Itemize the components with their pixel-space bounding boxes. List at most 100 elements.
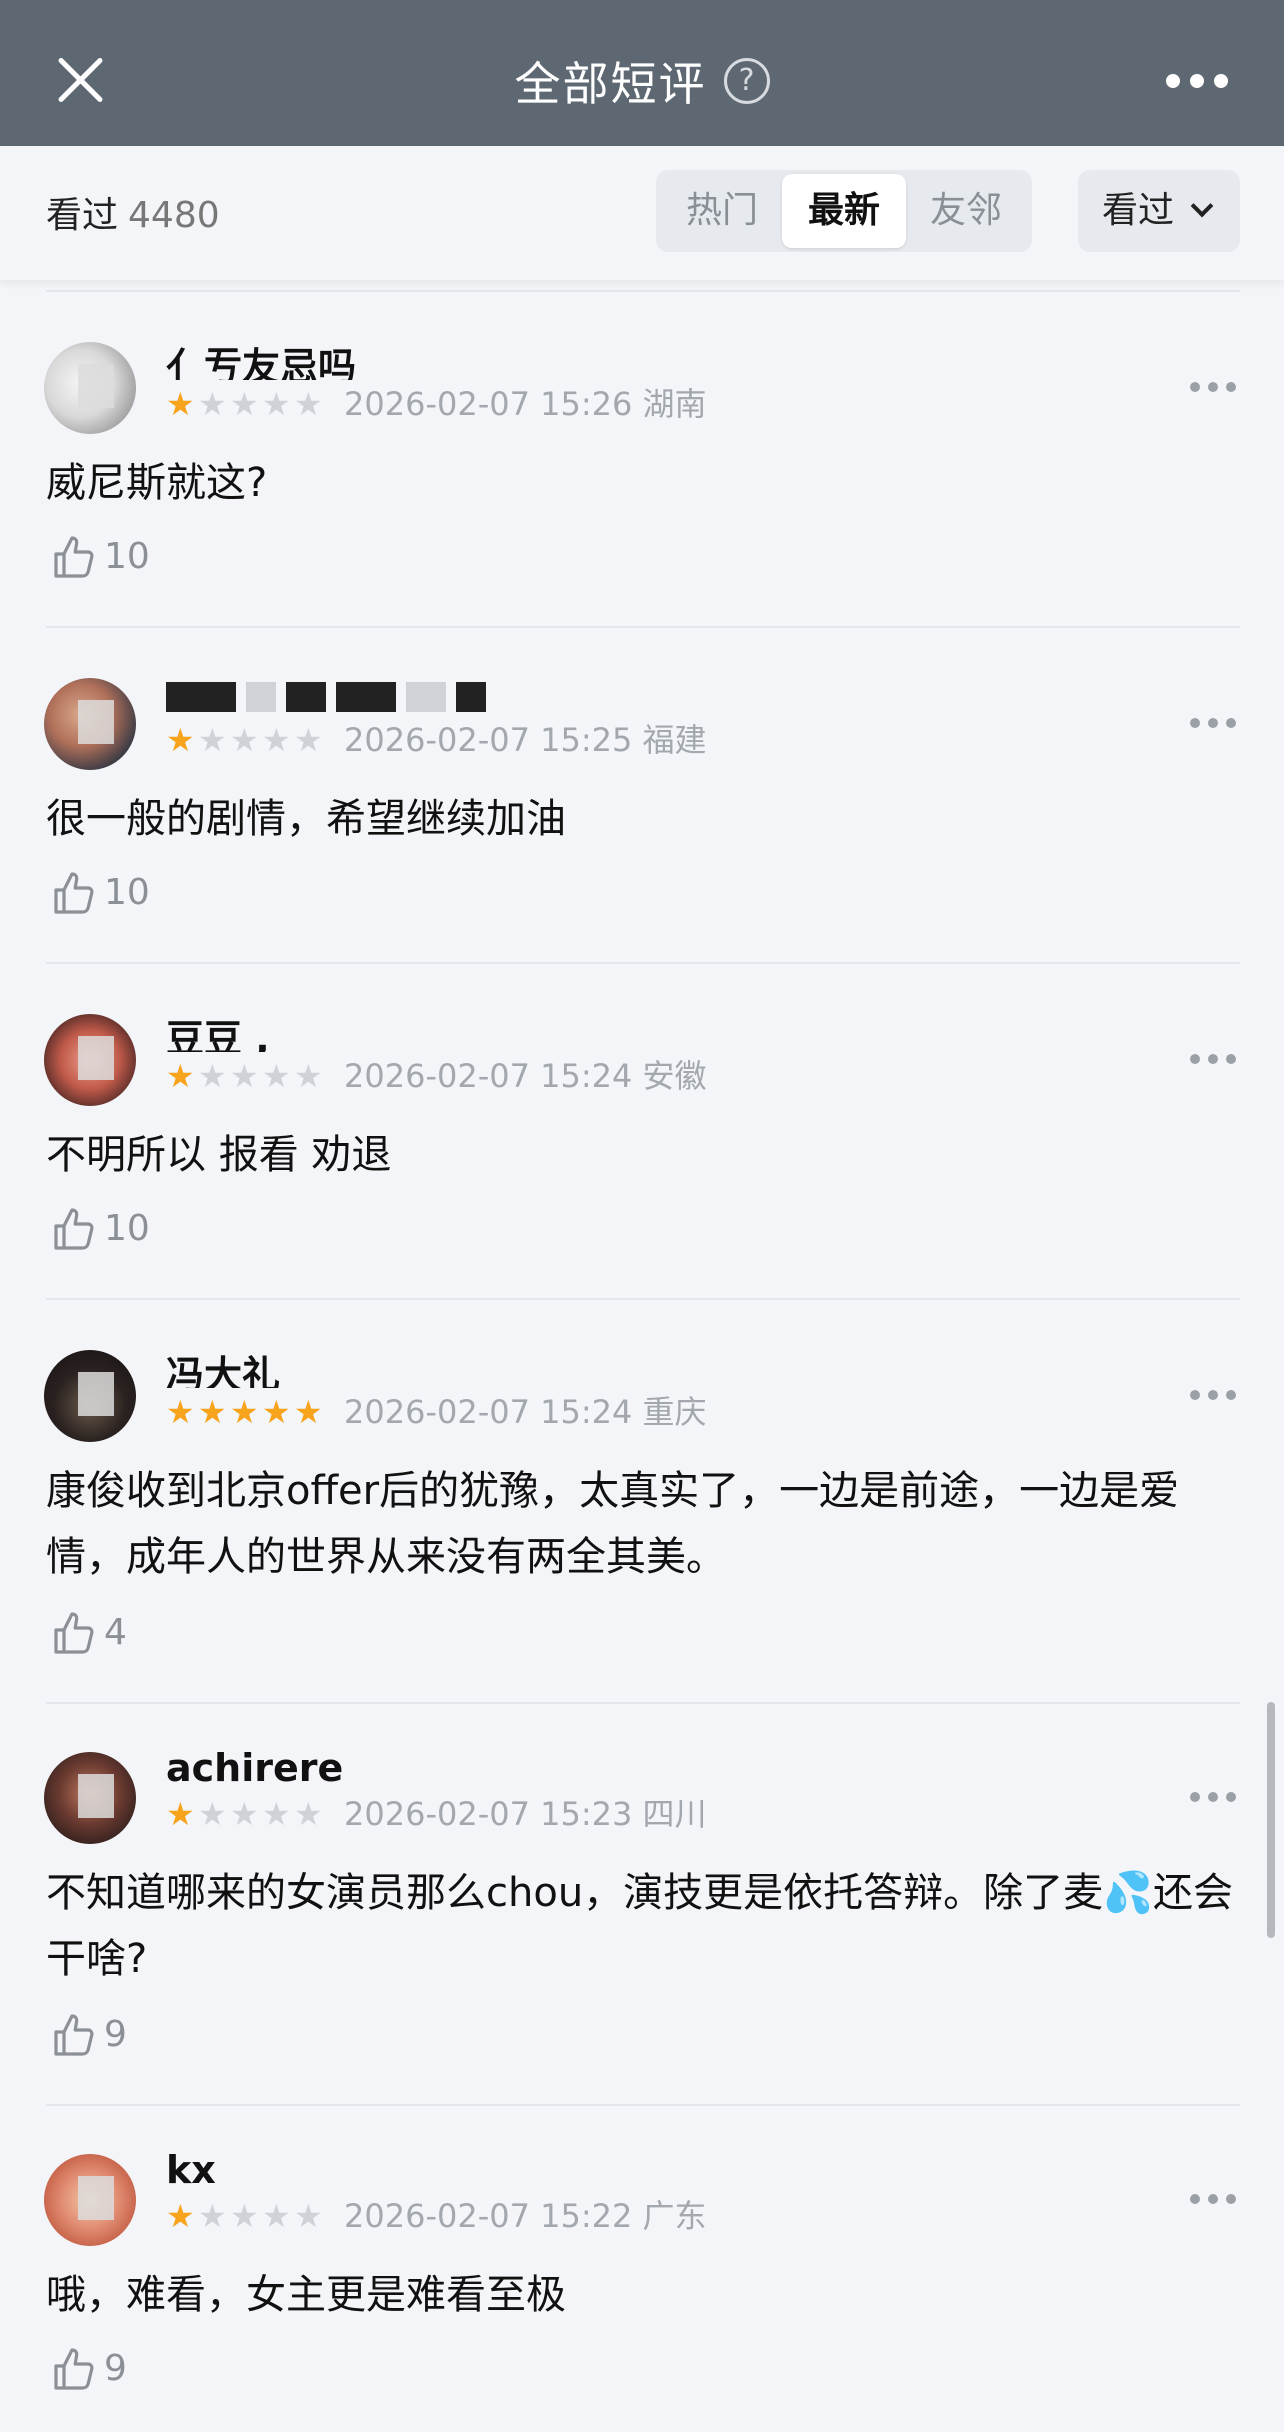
top-bar: 全部短评 ? bbox=[0, 0, 1284, 146]
star-empty-icon: ★ bbox=[262, 385, 291, 423]
review-content: 哦，难看，女主更是难看至极 bbox=[46, 2272, 566, 2318]
avatar[interactable] bbox=[44, 1014, 136, 1106]
title-wrap: 全部短评 ? bbox=[0, 48, 1284, 114]
avatar[interactable] bbox=[44, 1350, 136, 1442]
review-region: 湖南 bbox=[642, 385, 707, 423]
sort-segmented-control: 热门 最新 友邻 bbox=[656, 170, 1032, 252]
tab-latest[interactable]: 最新 bbox=[782, 174, 906, 248]
review-meta: 2026-02-07 15:24 重庆 bbox=[344, 1394, 707, 1430]
thumbs-up-icon bbox=[54, 872, 94, 914]
like-count: 4 bbox=[104, 1612, 127, 1653]
watched-count: 4480 bbox=[128, 195, 220, 236]
redacted-name-mask bbox=[336, 681, 396, 712]
page-title: 全部短评 bbox=[514, 57, 707, 111]
filter-bar: 看过 4480 热门 最新 友邻 看过 bbox=[0, 146, 1284, 280]
review-region: 重庆 bbox=[642, 1393, 707, 1431]
tab-friends[interactable]: 友邻 bbox=[904, 174, 1028, 248]
review-meta: 2026-02-07 15:26 湖南 bbox=[344, 386, 707, 422]
review-date: 2026-02-07 15:22 bbox=[344, 2197, 633, 2235]
star-empty-icon: ★ bbox=[294, 1057, 323, 1095]
like-count: 9 bbox=[104, 2348, 127, 2389]
review-date: 2026-02-07 15:23 bbox=[344, 1795, 633, 1833]
like-count: 9 bbox=[104, 2014, 127, 2055]
reviewer-name[interactable]: 豆豆 , bbox=[166, 1008, 270, 1052]
avatar[interactable] bbox=[44, 2154, 136, 2246]
divider bbox=[46, 2104, 1240, 2106]
reviewer-name[interactable]: kx bbox=[166, 2148, 216, 2192]
watched-label: 看过 bbox=[46, 195, 119, 236]
star-empty-icon: ★ bbox=[198, 1795, 227, 1833]
thumbs-up-icon bbox=[54, 1208, 94, 1250]
more-options-icon[interactable] bbox=[1190, 1390, 1236, 1400]
star-filled-icon: ★ bbox=[198, 1393, 227, 1431]
avatar[interactable] bbox=[44, 342, 136, 434]
status-dropdown-label: 看过 bbox=[1102, 190, 1175, 231]
more-options-icon[interactable] bbox=[1190, 2194, 1236, 2204]
star-empty-icon: ★ bbox=[294, 721, 323, 759]
redacted-name-mask bbox=[246, 681, 276, 712]
reviewer-name[interactable]: achirere bbox=[166, 1746, 343, 1790]
star-filled-icon: ★ bbox=[166, 385, 195, 423]
star-empty-icon: ★ bbox=[230, 2197, 259, 2235]
star-empty-icon: ★ bbox=[198, 721, 227, 759]
star-empty-icon: ★ bbox=[230, 1057, 259, 1095]
review-content: 很一般的剧情，希望继续加油 bbox=[46, 796, 566, 842]
star-empty-icon: ★ bbox=[294, 1795, 323, 1833]
star-filled-icon: ★ bbox=[166, 1057, 195, 1095]
tab-hot[interactable]: 热门 bbox=[660, 174, 784, 248]
star-empty-icon: ★ bbox=[262, 1795, 291, 1833]
thumbs-up-icon bbox=[54, 1612, 94, 1654]
help-icon[interactable]: ? bbox=[723, 58, 770, 104]
review-meta: 2026-02-07 15:22 广东 bbox=[344, 2198, 707, 2234]
star-empty-icon: ★ bbox=[262, 721, 291, 759]
star-empty-icon: ★ bbox=[230, 1795, 259, 1833]
rating-stars: ★ ★ ★ ★ ★ bbox=[166, 1394, 326, 1430]
more-options-icon[interactable] bbox=[1190, 718, 1236, 728]
redacted-name-mask bbox=[166, 681, 236, 712]
scrollbar[interactable] bbox=[1267, 1702, 1275, 1938]
star-empty-icon: ★ bbox=[294, 385, 323, 423]
star-filled-icon: ★ bbox=[230, 1393, 259, 1431]
star-empty-icon: ★ bbox=[230, 721, 259, 759]
more-options-icon[interactable] bbox=[1190, 1054, 1236, 1064]
reviewer-name[interactable]: 亻亐友忌吗 bbox=[166, 336, 356, 380]
status-dropdown[interactable]: 看过 bbox=[1078, 170, 1240, 252]
avatar[interactable] bbox=[44, 678, 136, 770]
chevron-down-icon bbox=[1190, 194, 1214, 218]
review-region: 安徽 bbox=[642, 1057, 707, 1095]
redacted-name-mask bbox=[286, 681, 326, 712]
review-date: 2026-02-07 15:25 bbox=[344, 721, 633, 759]
rating-stars: ★ ★ ★ ★ ★ bbox=[166, 2198, 326, 2234]
star-filled-icon: ★ bbox=[166, 721, 195, 759]
star-empty-icon: ★ bbox=[230, 385, 259, 423]
divider bbox=[46, 1298, 1240, 1300]
review-content: 威尼斯就这? bbox=[46, 460, 268, 506]
divider bbox=[46, 1702, 1240, 1704]
thumbs-up-icon bbox=[54, 2014, 94, 2056]
avatar[interactable] bbox=[44, 1752, 136, 1844]
review-region: 福建 bbox=[642, 721, 707, 759]
star-filled-icon: ★ bbox=[166, 1795, 195, 1833]
star-filled-icon: ★ bbox=[262, 1393, 291, 1431]
star-filled-icon: ★ bbox=[166, 2197, 195, 2235]
reviewer-name[interactable]: 冯大礼 bbox=[166, 1344, 280, 1388]
star-filled-icon: ★ bbox=[294, 1393, 323, 1431]
more-options-icon[interactable] bbox=[1190, 382, 1236, 392]
rating-stars: ★ ★ ★ ★ ★ bbox=[166, 1058, 326, 1094]
review-date: 2026-02-07 15:24 bbox=[344, 1393, 633, 1431]
watched-count-label: 看过 4480 bbox=[46, 186, 220, 238]
star-empty-icon: ★ bbox=[262, 1057, 291, 1095]
reviewer-name[interactable] bbox=[166, 672, 496, 716]
divider bbox=[46, 626, 1240, 628]
review-content: 康俊收到北京offer后的犹豫，太真实了，一边是前途，一边是爱情，成年人的世界从… bbox=[46, 1468, 1180, 1580]
more-options-icon[interactable] bbox=[1190, 1792, 1236, 1802]
thumbs-up-icon bbox=[54, 536, 94, 578]
review-meta: 2026-02-07 15:25 福建 bbox=[344, 722, 707, 758]
star-empty-icon: ★ bbox=[198, 1057, 227, 1095]
review-region: 广东 bbox=[642, 2197, 707, 2235]
rating-stars: ★ ★ ★ ★ ★ bbox=[166, 386, 326, 422]
star-empty-icon: ★ bbox=[294, 2197, 323, 2235]
rating-stars: ★ ★ ★ ★ ★ bbox=[166, 722, 326, 758]
star-empty-icon: ★ bbox=[198, 385, 227, 423]
more-icon[interactable] bbox=[1166, 74, 1228, 88]
